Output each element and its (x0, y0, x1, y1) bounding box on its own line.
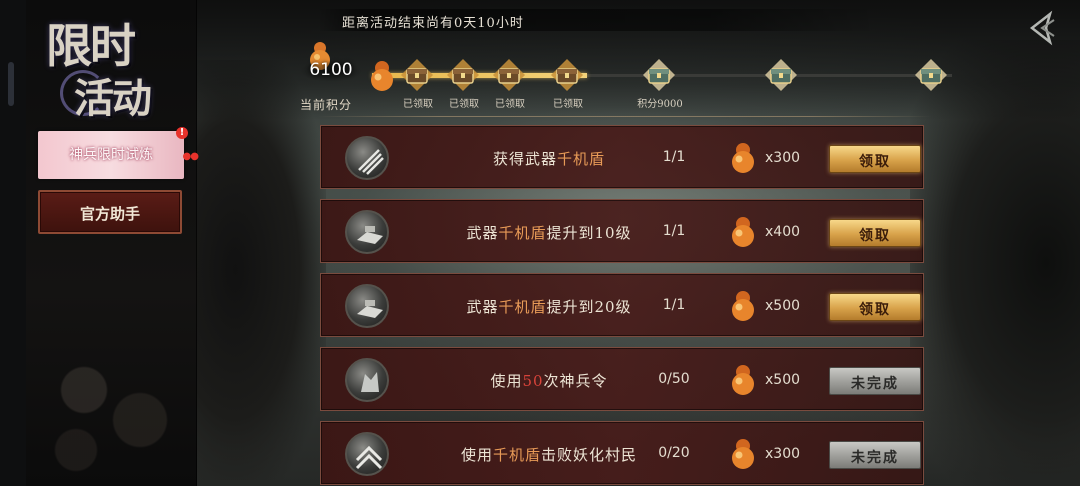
reward-amount: x400 (765, 224, 801, 240)
crystal-icon (345, 358, 389, 402)
milestone-chest[interactable] (754, 52, 810, 112)
banner-label: 神兵限时试炼 (69, 147, 153, 163)
event-banner-weapon-trial[interactable]: 神兵限时试炼 ! ●● (38, 127, 199, 179)
milestone-label: 积分9000 (637, 99, 683, 110)
treasure-chest-icon (764, 58, 798, 92)
milestone-chest[interactable]: 已领取 (540, 52, 596, 112)
gourd-coin-icon (729, 362, 757, 396)
task-progress: 0/50 (658, 371, 690, 387)
treasure-chest-icon (914, 58, 948, 92)
task-title-post: 次神兵令 (543, 372, 608, 390)
button-label: 未完成 (851, 450, 899, 466)
reward-amount: x300 (765, 446, 801, 462)
milestone-label: 已领取 (553, 99, 583, 110)
milestone-chest[interactable]: 积分9000 (632, 52, 688, 112)
button-label: 领取 (859, 154, 891, 170)
gourd-coin-icon (729, 214, 757, 248)
gourd-coin-icon (729, 140, 757, 174)
treasure-chest-icon (400, 58, 434, 92)
claim-button[interactable]: 领取 (829, 293, 921, 321)
task-title-pre: 获得武器 (492, 150, 557, 168)
sword-icon (345, 136, 389, 180)
milestone-chest[interactable] (904, 52, 960, 112)
background-rock (196, 60, 326, 480)
helper-button-label: 官方助手 (79, 205, 140, 223)
task-title-highlight: 千机盾 (498, 224, 547, 242)
cloud-ornament (28, 330, 188, 480)
claim-button[interactable]: 领取 (829, 219, 921, 247)
task-row: 武器千机盾提升到20级 1/1 x500 领取 (320, 273, 924, 337)
score-value: 6100 (300, 60, 362, 82)
task-title-pre: 武器 (466, 224, 499, 242)
gourd-coin-icon (729, 436, 757, 470)
treasure-chest-icon (550, 58, 584, 92)
task-progress: 1/1 (662, 149, 686, 165)
claim-button[interactable]: 领取 (829, 145, 921, 173)
task-title-pre: 使用 (460, 446, 493, 464)
back-arrow-icon[interactable] (1024, 10, 1060, 46)
screen-edge (0, 0, 26, 486)
list-divider (318, 116, 932, 117)
task-row: 使用千机盾击败妖化村民 0/20 x300 未完成 (320, 421, 924, 485)
official-helper-button[interactable]: 官方助手 (38, 190, 182, 234)
incomplete-button[interactable]: 未完成 (829, 367, 921, 395)
event-timer: 距离活动结束尚有0天10小时 (318, 9, 878, 31)
task-row: 获得武器千机盾 1/1 x300 领取 (320, 125, 924, 189)
task-list[interactable]: 获得武器千机盾 1/1 x300 领取 武器千机盾提升到10级 1/1 x400 领取 武器千机… (320, 125, 926, 486)
task-title-highlight: 千机盾 (557, 150, 606, 168)
sidebar: 限时 活动 神兵限时试炼 ! ●● 官方助手 (0, 0, 199, 486)
notification-badge: ! (176, 127, 188, 139)
chevron-shield-icon (345, 432, 389, 476)
task-title-pre: 使用 (490, 372, 523, 390)
selected-indicator-icon: ●● (182, 151, 199, 162)
task-progress: 0/20 (658, 445, 690, 461)
incomplete-button[interactable]: 未完成 (829, 441, 921, 469)
button-label: 领取 (859, 302, 891, 318)
reward-amount: x500 (765, 372, 801, 388)
treasure-chest-icon (642, 58, 676, 92)
task-row: 使用50次神兵令 0/50 x500 未完成 (320, 347, 924, 411)
task-title-highlight: 千机盾 (492, 446, 541, 464)
task-title-highlight: 千机盾 (498, 298, 547, 316)
edge-handle (8, 62, 14, 106)
task-title-highlight: 50 (522, 372, 544, 390)
task-title-post: 提升到20级 (546, 298, 632, 316)
task-row: 武器千机盾提升到10级 1/1 x400 领取 (320, 199, 924, 263)
task-title-post: 提升到10级 (546, 224, 632, 242)
event-logo: 限时 活动 (40, 10, 180, 122)
task-progress: 1/1 (662, 223, 686, 239)
shield-icon (345, 210, 389, 254)
gourd-coin-icon (729, 288, 757, 322)
task-progress: 1/1 (662, 297, 686, 313)
reward-amount: x500 (765, 298, 801, 314)
shield-icon (345, 284, 389, 328)
button-label: 未完成 (851, 376, 899, 392)
score-label: 当前积分 (300, 98, 353, 112)
task-title-pre: 武器 (466, 298, 499, 316)
treasure-chest-icon (446, 58, 480, 92)
timer-text: 距离活动结束尚有0天10小时 (342, 16, 524, 31)
treasure-chest-icon (492, 58, 526, 92)
button-label: 领取 (859, 228, 891, 244)
reward-amount: x300 (765, 150, 801, 166)
logo-text-line2: 活动 (74, 75, 152, 122)
task-title-post: 击败妖化村民 (541, 446, 638, 464)
